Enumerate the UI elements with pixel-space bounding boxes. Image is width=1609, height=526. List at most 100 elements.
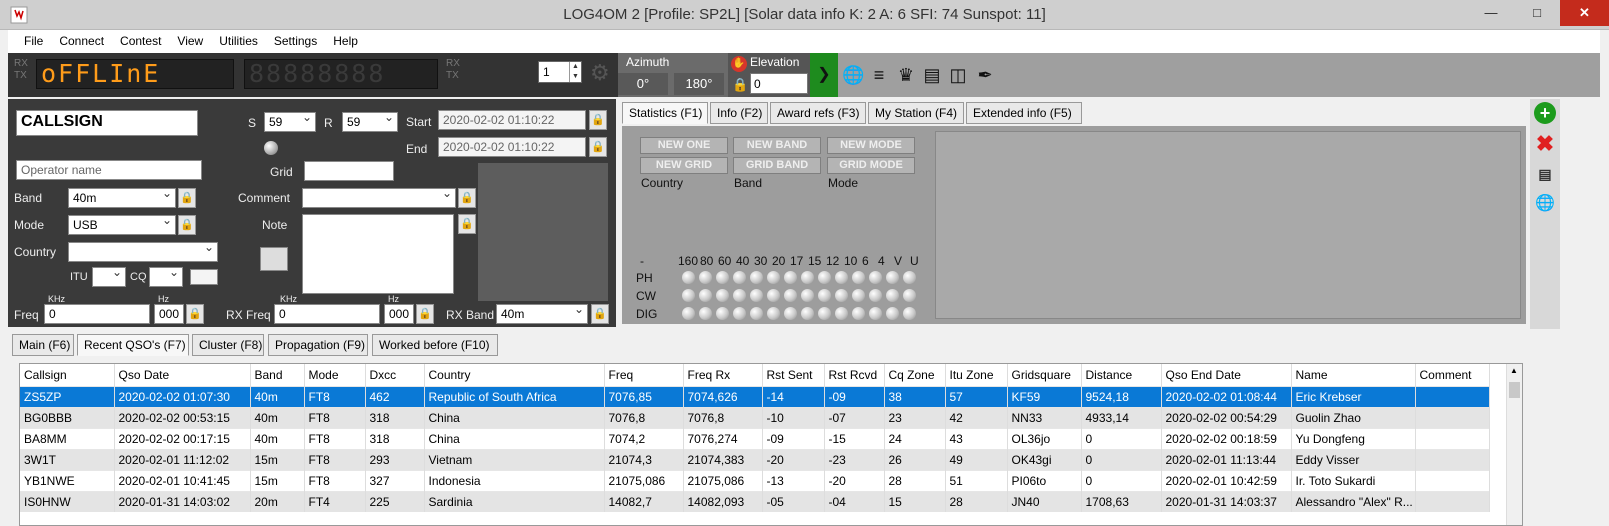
table-row[interactable]: 3W1T 2020-02-01 11:12:02 15m FT8 293 Vietnam 2… [20, 448, 1490, 470]
azimuth-long-path[interactable]: 180° [674, 73, 724, 95]
radio-icon[interactable]: ◫ [947, 64, 969, 86]
add-icon[interactable]: + [1534, 102, 1556, 124]
cq-select[interactable] [149, 267, 183, 287]
minimize-button[interactable]: — [1468, 0, 1514, 26]
close-button[interactable]: ✕ [1560, 0, 1609, 26]
col-callsign[interactable]: Callsign [20, 364, 115, 386]
maximize-button[interactable]: □ [1514, 0, 1560, 26]
col-qso-date[interactable]: Qso Date [114, 364, 251, 386]
end-lock-icon[interactable]: 🔒 [589, 137, 607, 157]
col-qso-end-date[interactable]: Qso End Date [1161, 364, 1292, 386]
col-band[interactable]: Band [250, 364, 305, 386]
menu-contest[interactable]: Contest [112, 30, 169, 48]
rx-freq-khz-input[interactable]: 0 [274, 304, 380, 324]
table-row[interactable]: BG0BBB 2020-02-02 00:53:15 40m FT8 318 China 7… [20, 406, 1490, 428]
tab-award-refs[interactable]: Award refs (F3) [770, 102, 866, 124]
rst-sent-select[interactable]: 59 [264, 112, 316, 132]
col-mode[interactable]: Mode [304, 364, 366, 386]
col-country[interactable]: Country [424, 364, 605, 386]
col-comment[interactable]: Comment [1415, 364, 1490, 386]
col-itu-zone[interactable]: Itu Zone [945, 364, 1008, 386]
freq-lock-icon[interactable]: 🔒 [186, 304, 204, 324]
server-icon[interactable]: ▤ [921, 64, 943, 86]
cell: IS0HNW [20, 490, 115, 512]
tab-cluster[interactable]: Cluster (F8) [192, 334, 264, 356]
table-scrollbar[interactable]: ▲ [1506, 364, 1522, 525]
tab-worked-before[interactable]: Worked before (F10) [372, 334, 498, 356]
cell: 21074,383 [683, 448, 763, 470]
callsign-input[interactable]: CALLSIGN [16, 110, 198, 136]
document-icon[interactable] [260, 247, 288, 271]
gear-icon[interactable]: ⚙ [590, 61, 614, 85]
col-freq[interactable]: Freq [604, 364, 684, 386]
freq-khz-input[interactable]: 0 [44, 304, 150, 324]
col-gridsquare[interactable]: Gridsquare [1007, 364, 1082, 386]
end-datetime-input[interactable]: 2020-02-02 01:10:22 [438, 137, 586, 157]
signal-icon[interactable]: ❯ [810, 53, 838, 97]
comment-lock-icon[interactable]: 🔒 [458, 188, 476, 208]
menu-utilities[interactable]: Utilities [211, 30, 266, 48]
note-textarea[interactable] [302, 214, 454, 294]
col-name[interactable]: Name [1291, 364, 1416, 386]
menu-help[interactable]: Help [325, 30, 366, 48]
freq-hz-input[interactable]: 000 [154, 304, 184, 324]
tab-propagation[interactable]: Propagation (F9) [268, 334, 368, 356]
col-rst-rcvd[interactable]: Rst Rcvd [824, 364, 885, 386]
tab-recent-qsos[interactable]: Recent QSO's (F7) [77, 334, 189, 356]
pen-icon[interactable]: ✒ [974, 64, 996, 86]
band-lock-icon[interactable]: 🔒 [178, 188, 196, 208]
s-label: S [248, 116, 257, 130]
col-rst-sent[interactable]: Rst Sent [762, 364, 825, 386]
rx-band-lock-icon[interactable]: 🔒 [591, 304, 609, 324]
menu-file[interactable]: File [8, 30, 51, 48]
country-label: Country [14, 245, 57, 259]
tab-statistics[interactable]: Statistics (F1) [622, 102, 708, 124]
delete-icon[interactable]: ✖ [1534, 133, 1556, 155]
itu-select[interactable] [92, 267, 126, 287]
antenna-icon[interactable]: ≡ [868, 64, 890, 86]
band-select[interactable]: 40m [68, 188, 176, 208]
crown-icon[interactable]: ♛ [895, 64, 917, 86]
tab-info[interactable]: Info (F2) [710, 102, 768, 124]
scroll-thumb[interactable] [1509, 382, 1520, 398]
col-freq-rx[interactable]: Freq Rx [683, 364, 763, 386]
printer-icon[interactable]: ▤ [1534, 163, 1556, 185]
mode-select[interactable]: USB [68, 215, 176, 235]
start-datetime-input[interactable]: 2020-02-02 01:10:22 [438, 110, 586, 130]
note-lock-icon[interactable]: 🔒 [458, 214, 476, 234]
mode-lock-icon[interactable]: 🔒 [178, 215, 196, 235]
grid-band-indicator: GRID BAND [733, 157, 821, 174]
table-row[interactable]: ZS5ZP 2020-02-02 01:07:30 40m FT8 462 Republi… [20, 385, 1490, 407]
globe-side-icon[interactable]: 🌐 [1534, 193, 1556, 215]
globe-icon[interactable]: 🌐 [842, 64, 864, 86]
start-lock-icon[interactable]: 🔒 [589, 110, 607, 130]
menu-connect[interactable]: Connect [51, 30, 112, 48]
tab-my-station[interactable]: My Station (F4) [868, 102, 964, 124]
rst-rcvd-select[interactable]: 59 [342, 112, 398, 132]
tab-extended-info[interactable]: Extended info (F5) [966, 102, 1082, 124]
rx-freq-lock-icon[interactable]: 🔒 [416, 304, 434, 324]
operator-name-input[interactable]: Operator name [16, 160, 202, 180]
rx-band-select[interactable]: 40m [496, 304, 588, 324]
table-row[interactable]: IS0HNW 2020-01-31 14:03:02 20m FT4 225 Sardin… [20, 490, 1490, 512]
comment-select[interactable] [302, 188, 456, 208]
lock-icon[interactable]: 🔒 [732, 77, 748, 93]
radio-number-spinner[interactable]: 1 ▲ ▼ [538, 61, 582, 83]
country-select[interactable] [68, 242, 218, 262]
grid-input[interactable] [304, 161, 394, 181]
spinner-arrows-icon[interactable]: ▲ ▼ [569, 62, 581, 82]
table-row[interactable]: YB1NWE 2020-02-01 10:41:45 15m FT8 327 Indone… [20, 469, 1490, 491]
cell: 40m [250, 385, 305, 407]
col-distance[interactable]: Distance [1081, 364, 1162, 386]
azimuth-short-path[interactable]: 0° [618, 73, 668, 95]
menu-view[interactable]: View [169, 30, 211, 48]
stop-icon[interactable]: ✋ [731, 56, 747, 72]
tab-main[interactable]: Main (F6) [12, 334, 74, 356]
col-cq-zone[interactable]: Cq Zone [884, 364, 946, 386]
elevation-input[interactable]: 0 [750, 73, 808, 94]
menu-settings[interactable]: Settings [266, 30, 325, 48]
col-dxcc[interactable]: Dxcc [365, 364, 425, 386]
rx-freq-hz-input[interactable]: 000 [384, 304, 414, 324]
scroll-up-icon[interactable]: ▲ [1510, 366, 1518, 375]
table-row[interactable]: BA8MM 2020-02-02 00:17:15 40m FT8 318 China 70… [20, 427, 1490, 449]
